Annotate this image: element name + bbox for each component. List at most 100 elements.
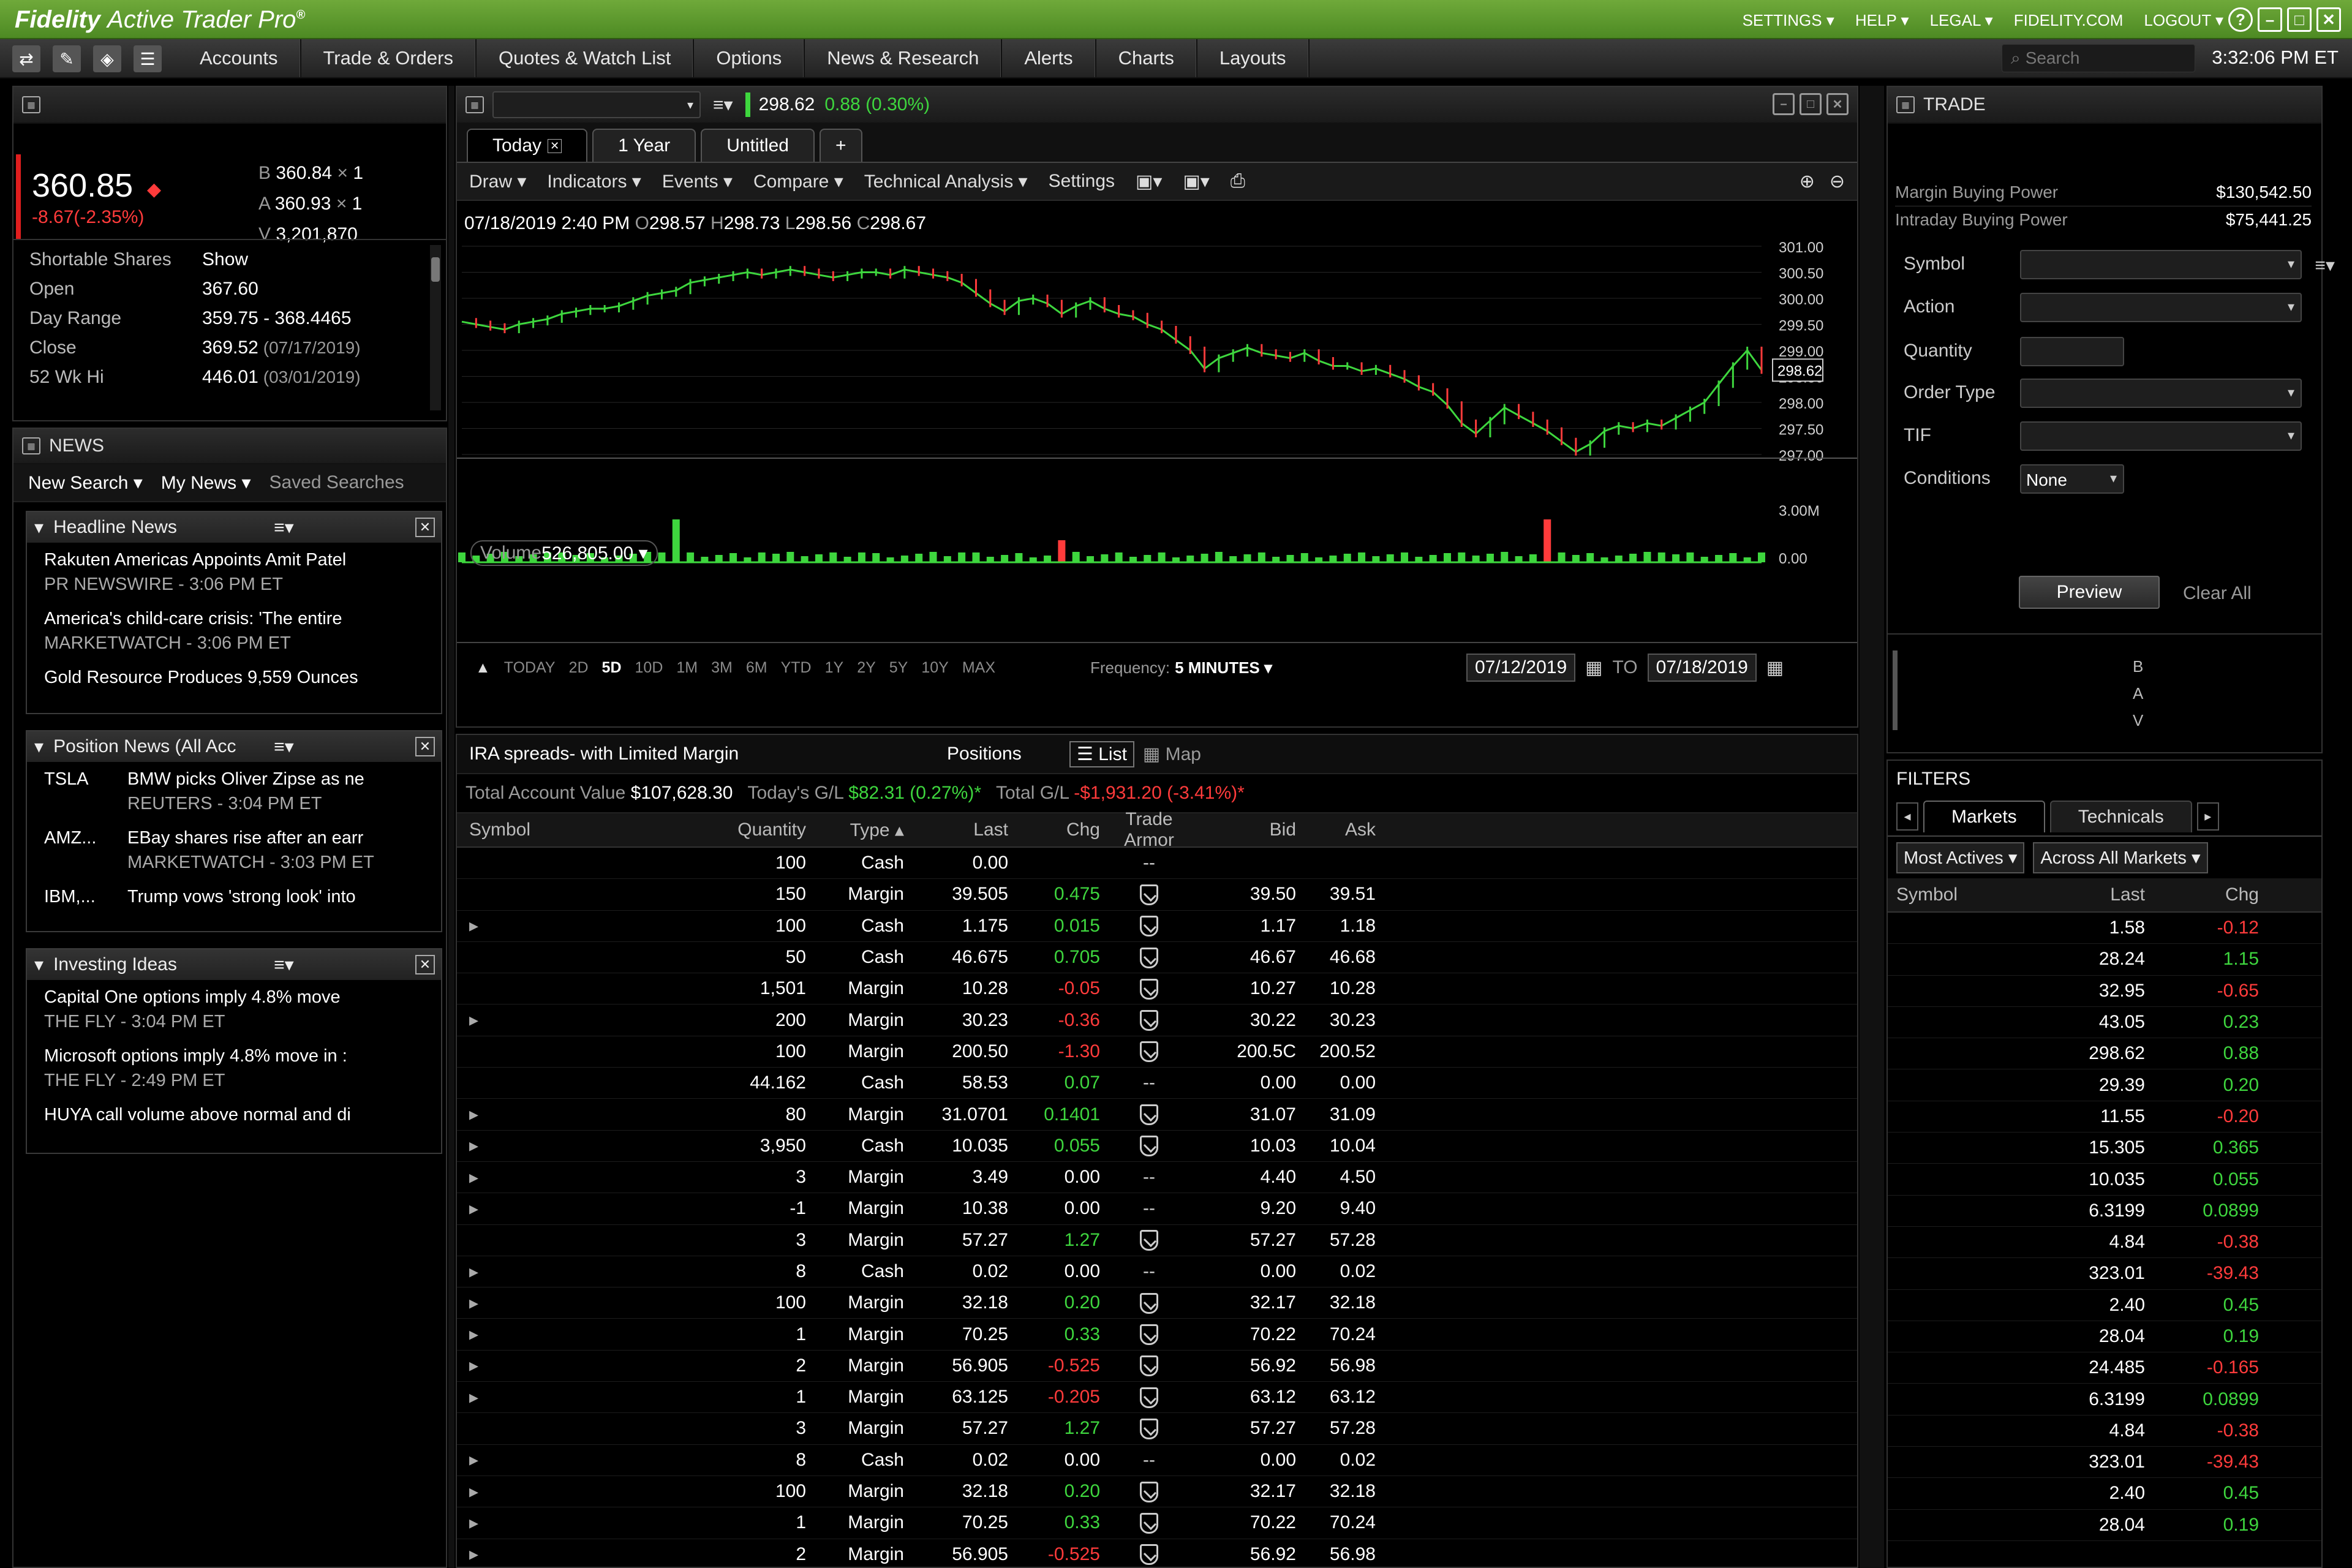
menu-charts[interactable]: Charts (1096, 39, 1197, 77)
table-row[interactable]: ▸ 2 Margin 56.905 -0.525 56.92 56.98 (457, 1351, 1857, 1382)
table-row[interactable]: 100 Margin 200.50 -1.30 200.5C 200.52 (457, 1036, 1857, 1068)
maximize-icon[interactable]: □ (1800, 93, 1822, 115)
scroll-left-icon[interactable]: ◂ (1896, 802, 1918, 831)
preview-button[interactable]: Preview (2019, 576, 2160, 609)
shield-icon[interactable] (1140, 1041, 1158, 1063)
trade-armor-cell[interactable] (1100, 1135, 1198, 1157)
list-icon[interactable]: ☰ (134, 45, 162, 72)
minimize-icon[interactable]: – (2258, 7, 2282, 32)
table-row[interactable]: ▸ 1 Margin 63.125 -0.205 63.12 63.12 (457, 1382, 1857, 1414)
table-row[interactable]: ▸ 100 Cash 1.175 0.015 1.17 1.18 (457, 911, 1857, 942)
chart-tab[interactable]: 1 Year (592, 129, 696, 162)
tab-markets[interactable]: Markets (1923, 801, 2045, 832)
table-row[interactable]: 4.84 -0.38 (1888, 1227, 2321, 1259)
top-menu-item[interactable]: FIDELITY.COM (2014, 11, 2124, 30)
trade-armor-cell[interactable]: -- (1100, 1167, 1198, 1188)
print-icon[interactable]: ⎙ (1231, 171, 1245, 192)
range-max[interactable]: MAX (962, 659, 995, 677)
column-header[interactable]: Ask (1296, 820, 1376, 840)
expand-icon[interactable]: ▸ (457, 1167, 494, 1188)
range-ytd[interactable]: YTD (781, 659, 812, 677)
range-6m[interactable]: 6M (746, 659, 767, 677)
trade-armor-cell[interactable] (1100, 1104, 1198, 1126)
chart-tab[interactable]: + (819, 129, 862, 162)
table-row[interactable]: 1,501 Margin 10.28 -0.05 10.27 10.28 (457, 973, 1857, 1005)
trade-armor-cell[interactable] (1100, 1041, 1198, 1063)
menu-quotes-watch-list[interactable]: Quotes & Watch List (477, 39, 695, 77)
table-row[interactable]: ▸ 3 Margin 3.49 0.00 -- 4.40 4.50 (457, 1162, 1857, 1194)
table-row[interactable]: 100 Cash 0.00 -- (457, 848, 1857, 880)
volume-selector[interactable]: Volume 526,805.00 ▾ (470, 540, 658, 566)
to-date[interactable]: 07/18/2019 (1647, 654, 1757, 682)
field-action[interactable]: ▾ (2020, 293, 2302, 322)
table-row[interactable]: ▸ 8 Cash 0.02 0.00 -- 0.00 0.02 (457, 1445, 1857, 1476)
menu-icon[interactable]: ≡▾ (2315, 255, 2335, 276)
range-today[interactable]: TODAY (504, 659, 556, 677)
shield-icon[interactable] (1140, 1292, 1158, 1314)
list-view-button[interactable]: ☰ List (1069, 741, 1134, 767)
expand-icon[interactable]: ▸ (457, 1449, 494, 1471)
scroll-right-icon[interactable]: ▸ (2196, 802, 2219, 831)
table-row[interactable]: 10.035 0.055 (1888, 1164, 2321, 1196)
menu-alerts[interactable]: Alerts (1002, 39, 1096, 77)
table-row[interactable]: ▸ 1 Margin 70.25 0.33 70.22 70.24 (457, 1319, 1857, 1351)
collapse-icon[interactable]: ▾ (34, 736, 43, 758)
expand-icon[interactable]: ▸ (457, 1481, 494, 1502)
zoom-in-icon[interactable]: ⊕ (1800, 171, 1815, 192)
table-row[interactable]: 32.95 -0.65 (1888, 976, 2321, 1007)
trade-armor-cell[interactable] (1100, 978, 1198, 1000)
shield-icon[interactable] (1140, 1387, 1158, 1408)
panel-icon[interactable]: ▦ (22, 96, 40, 113)
table-row[interactable]: 50 Cash 46.675 0.705 46.67 46.68 (457, 942, 1857, 974)
calendar-icon[interactable]: ▦ (1766, 657, 1784, 679)
expand-icon[interactable]: ▸ (457, 1355, 494, 1376)
field-quantity[interactable] (2020, 337, 2124, 366)
range-3m[interactable]: 3M (711, 659, 733, 677)
chart-tab[interactable]: Untitled (701, 129, 815, 162)
table-row[interactable]: 6.3199 0.0899 (1888, 1384, 2321, 1415)
chart-tool-1[interactable]: Indicators ▾ (547, 171, 641, 192)
panel-icon[interactable]: ▦ (1896, 96, 1915, 113)
range-1m[interactable]: 1M (676, 659, 698, 677)
trade-armor-cell[interactable] (1100, 884, 1198, 905)
top-menu-item[interactable]: HELP ▾ (1855, 11, 1909, 30)
collapse-icon[interactable]: ▾ (34, 954, 43, 976)
search-box[interactable]: ⌕ Search (2002, 44, 2195, 72)
shield-icon[interactable] (1140, 1230, 1158, 1251)
expand-icon[interactable]: ▸ (457, 1009, 494, 1031)
table-row[interactable]: 298.62 0.88 (1888, 1038, 2321, 1070)
trade-armor-cell[interactable] (1100, 1418, 1198, 1440)
trade-armor-cell[interactable]: -- (1100, 1072, 1198, 1093)
trade-armor-cell[interactable] (1100, 1009, 1198, 1031)
tag-icon[interactable]: ◈ (93, 45, 121, 72)
shield-icon[interactable] (1140, 1010, 1158, 1031)
table-row[interactable]: ▸ 2 Margin 56.905 -0.525 56.92 56.98 (457, 1539, 1857, 1568)
menu-icon[interactable]: ≡▾ (713, 94, 733, 116)
trade-armor-cell[interactable] (1100, 947, 1198, 968)
table-row[interactable]: ▸ -1 Margin 10.38 0.00 -- 9.20 9.40 (457, 1193, 1857, 1225)
shield-icon[interactable] (1140, 947, 1158, 968)
menu-trade-orders[interactable]: Trade & Orders (301, 39, 477, 77)
table-row[interactable]: ▸ 100 Margin 32.18 0.20 32.17 32.18 (457, 1476, 1857, 1508)
chart-tool-4[interactable]: Technical Analysis ▾ (864, 171, 1028, 192)
panel-icon[interactable]: ▦ (22, 437, 40, 454)
expand-icon[interactable]: ▸ (457, 1198, 494, 1219)
shield-icon[interactable] (1140, 884, 1158, 905)
expand-icon[interactable]: ▸ (457, 1324, 494, 1345)
trade-armor-cell[interactable]: -- (1100, 1198, 1198, 1219)
column-header[interactable]: Quantity (714, 820, 806, 840)
news-nav-item[interactable]: Saved Searches (270, 472, 404, 493)
frequency[interactable]: Frequency: 5 MINUTES ▾ (1090, 649, 1272, 686)
close-icon[interactable]: ✕ (415, 518, 435, 537)
from-date[interactable]: 07/12/2019 (1466, 654, 1576, 682)
export-icon[interactable]: ▣▾ (1183, 171, 1209, 192)
transfer-icon[interactable]: ⇄ (12, 45, 40, 72)
menu-icon[interactable]: ≡▾ (274, 517, 294, 538)
collapse-icon[interactable]: ▾ (34, 517, 43, 538)
close-icon[interactable]: ✕ (2316, 7, 2341, 32)
shield-icon[interactable] (1140, 1355, 1158, 1377)
range-5y[interactable]: 5Y (889, 659, 908, 677)
field-conditions[interactable]: ▾ None (2020, 464, 2124, 494)
table-row[interactable]: 4.84 -0.38 (1888, 1415, 2321, 1447)
map-view-button[interactable]: ▦ Map (1143, 744, 1201, 765)
